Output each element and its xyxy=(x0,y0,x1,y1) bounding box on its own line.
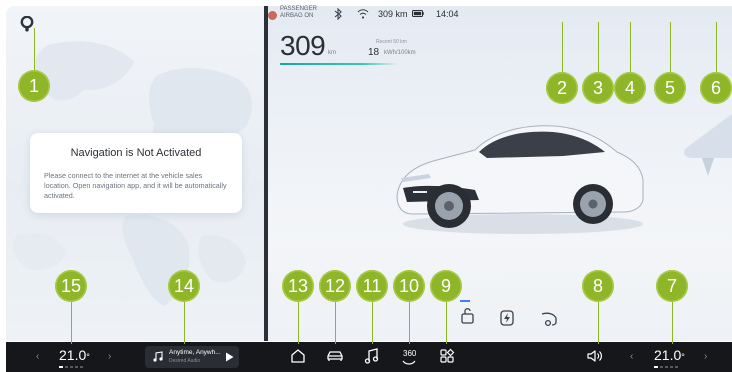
track-title: Anytime, Anywh... xyxy=(169,349,221,356)
right-temperature[interactable]: 21.0° xyxy=(654,347,685,363)
quick-controls xyxy=(461,308,557,327)
range-progress-bar xyxy=(280,63,398,65)
status-range: 309 km xyxy=(378,9,408,19)
music-note-icon xyxy=(153,351,163,362)
marker-leader xyxy=(716,22,717,74)
marker-7: 7 xyxy=(656,270,688,302)
left-temp-degree: ° xyxy=(86,352,90,362)
music-icon[interactable] xyxy=(363,347,381,365)
vehicle-control-icon[interactable] xyxy=(326,347,344,365)
marker-13: 13 xyxy=(282,270,314,302)
marker-15: 15 xyxy=(55,270,87,302)
nav-card-title: Navigation is Not Activated xyxy=(70,147,202,159)
marker-leader xyxy=(409,302,410,344)
bluetooth-icon[interactable] xyxy=(333,8,343,20)
marker-leader xyxy=(446,302,447,344)
right-temp-level xyxy=(654,366,678,368)
camera-360-arc-icon xyxy=(402,360,416,365)
wifi-icon[interactable] xyxy=(357,8,369,20)
right-temp-value: 21.0 xyxy=(654,347,682,363)
airbag-line-2: AIRBAG ON xyxy=(280,13,314,19)
navigation-not-activated-card: Navigation is Not Activated Please conne… xyxy=(30,133,242,213)
consumption-value: 18 xyxy=(368,47,380,58)
app-grid-icon[interactable] xyxy=(438,347,456,365)
marker-leader xyxy=(598,302,599,344)
lock-icon[interactable] xyxy=(461,308,474,324)
marker-leader xyxy=(298,302,299,344)
driving-range-value: 309 xyxy=(280,30,326,61)
left-temp-value: 21.0 xyxy=(59,347,87,363)
track-source: Desired Audio xyxy=(169,358,201,364)
nav-card-message: Please connect to the internet at the ve… xyxy=(44,171,227,200)
volume-icon[interactable] xyxy=(586,347,604,365)
media-player-card[interactable]: Anytime, Anywh... Desired Audio xyxy=(145,346,239,368)
marker-6: 6 xyxy=(700,72,732,104)
marker-leader xyxy=(34,28,35,72)
marker-leader xyxy=(184,302,185,344)
charging-port-icon[interactable] xyxy=(500,310,514,326)
marker-9: 9 xyxy=(430,270,462,302)
marker-leader xyxy=(598,22,599,74)
marker-10: 10 xyxy=(393,270,425,302)
marker-leader xyxy=(672,302,673,344)
marker-12: 12 xyxy=(319,270,351,302)
marker-leader xyxy=(335,302,336,344)
marker-leader xyxy=(630,22,631,74)
home-icon[interactable] xyxy=(289,347,307,365)
left-temp-decrease-button[interactable]: ‹ xyxy=(36,351,39,362)
marker-8: 8 xyxy=(582,270,614,302)
airbag-status-icon xyxy=(268,11,277,20)
consumption-label: Recent 50 km xyxy=(376,39,407,45)
right-temp-decrease-button[interactable]: ‹ xyxy=(630,351,633,362)
airbag-line-1: PASSENGER xyxy=(280,6,317,12)
bottom-dock: ‹ 21.0° › Anytime, Anywh... Desired Audi… xyxy=(6,342,732,372)
navigation-panel[interactable]: Navigation is Not Activated Please conne… xyxy=(6,6,264,341)
marker-leader xyxy=(670,22,671,74)
consumption-unit: kWh/100km xyxy=(384,50,416,56)
status-clock: 14:04 xyxy=(436,9,459,19)
battery-icon xyxy=(412,10,424,17)
marker-leader xyxy=(71,302,72,344)
right-temp-degree: ° xyxy=(681,352,685,362)
marker-leader xyxy=(562,22,563,74)
marker-leader xyxy=(372,302,373,344)
user-avatar-icon[interactable] xyxy=(20,16,34,32)
marker-4: 4 xyxy=(614,72,646,104)
marker-14: 14 xyxy=(168,270,200,302)
background-wing-decoration xyxy=(684,114,732,176)
screen: Navigation is Not Activated Please conne… xyxy=(0,0,732,372)
airbag-status-text: PASSENGER AIRBAG ON xyxy=(280,6,317,20)
right-temp-increase-button[interactable]: › xyxy=(704,351,707,362)
marker-3: 3 xyxy=(582,72,614,104)
marker-2: 2 xyxy=(546,72,578,104)
vehicle-model-image[interactable] xyxy=(383,104,648,239)
tailgate-icon[interactable] xyxy=(541,312,557,327)
left-temperature[interactable]: 21.0° xyxy=(59,347,90,363)
play-icon[interactable] xyxy=(225,352,234,362)
marker-11: 11 xyxy=(356,270,388,302)
left-temp-increase-button[interactable]: › xyxy=(108,351,111,362)
marker-1: 1 xyxy=(18,70,50,102)
marker-5: 5 xyxy=(654,72,686,104)
left-temp-level xyxy=(59,366,83,368)
driving-range-unit: km xyxy=(328,50,336,56)
